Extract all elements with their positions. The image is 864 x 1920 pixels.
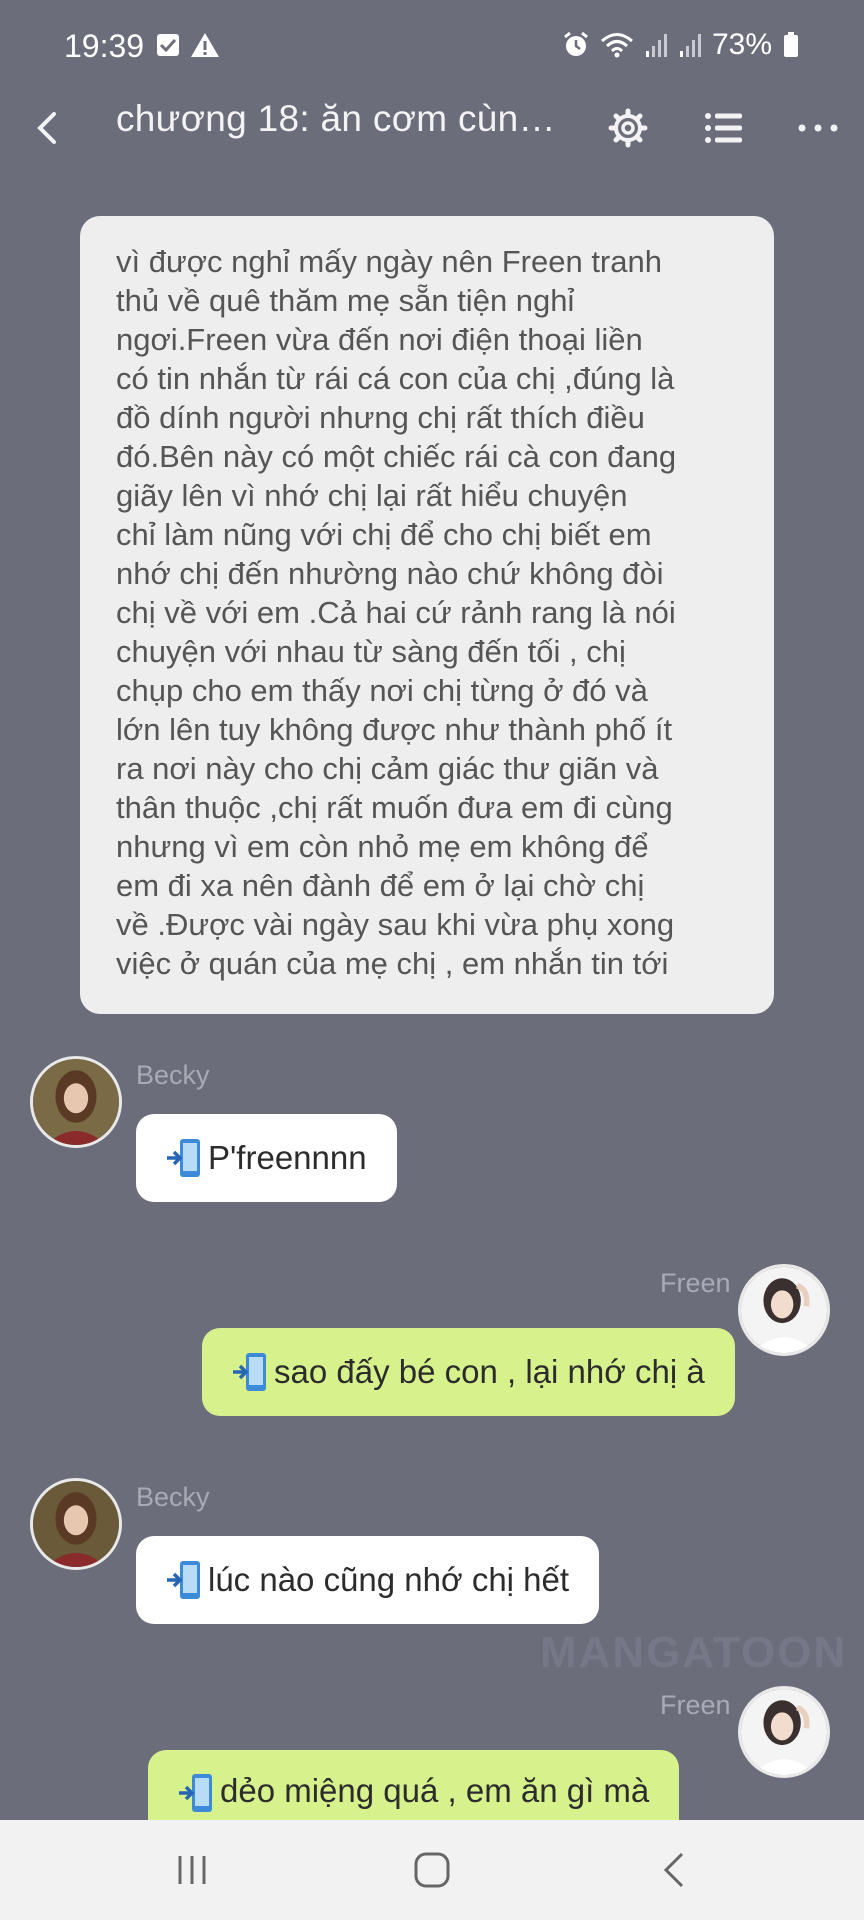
more-button[interactable] bbox=[790, 100, 846, 156]
chapter-list-button[interactable] bbox=[696, 100, 752, 156]
status-bar: 19:39 73% bbox=[0, 0, 864, 88]
recent-apps-icon bbox=[178, 1856, 206, 1884]
back-icon bbox=[37, 112, 56, 144]
recent-apps-button[interactable] bbox=[170, 1848, 214, 1892]
watermark: MANGATOON bbox=[540, 1628, 848, 1677]
narration-line: việc ở quán của mẹ chị , em nhắn tin tới bbox=[116, 946, 669, 981]
phone-message-icon bbox=[179, 1774, 212, 1812]
sender-name: Becky bbox=[136, 1482, 210, 1512]
back-button[interactable] bbox=[20, 100, 76, 156]
phone-message-icon bbox=[167, 1139, 200, 1177]
freen-avatar[interactable] bbox=[738, 1686, 830, 1778]
sender-name: Becky bbox=[136, 1060, 210, 1090]
narration-line: ngơi.Freen vừa đến nơi điện thoại liền bbox=[116, 322, 643, 357]
app-bar: chương 18: ăn cơm cùng ... bbox=[0, 88, 864, 168]
message-text: lúc nào cũng nhớ chị hết bbox=[208, 1561, 570, 1598]
settings-icon bbox=[608, 108, 648, 148]
status-icons-left bbox=[156, 32, 220, 58]
narration-line: chụp cho em thấy nơi chị từng ở đó và bbox=[116, 673, 648, 708]
sender-name: Freen bbox=[660, 1690, 731, 1720]
narration-bubble: vì được nghỉ mấy ngày nên Freen tranh th… bbox=[80, 216, 774, 1014]
chapter-title: chương 18: ăn cơm cùng ... bbox=[116, 98, 576, 139]
chapter-list-icon bbox=[705, 113, 742, 143]
narration-line: chỉ làm nũng với chị để cho chị biết em bbox=[116, 517, 652, 552]
narration-line: chị về với em .Cả hai cứ rảnh rang là nó… bbox=[116, 595, 676, 630]
more-icon bbox=[798, 124, 838, 132]
wifi-icon bbox=[600, 33, 633, 58]
narration-line: thủ về quê thăm mẹ sẵn tiện nghỉ bbox=[116, 283, 575, 318]
becky-avatar[interactable] bbox=[30, 1056, 122, 1148]
alarm-icon bbox=[564, 31, 588, 56]
message-text: P'freennnn bbox=[208, 1139, 367, 1176]
home-button[interactable] bbox=[410, 1848, 454, 1892]
phone-message-icon bbox=[233, 1353, 266, 1391]
narration-line: ra nơi này cho chị cảm giác thư giãn và bbox=[116, 751, 659, 786]
message-bubble[interactable]: sao đấy bé con , lại nhớ chị à bbox=[202, 1328, 735, 1416]
narration-line: vì được nghỉ mấy ngày nên Freen tranh bbox=[116, 244, 662, 279]
message-bubble[interactable]: P'freennnn bbox=[136, 1114, 397, 1202]
narration-line: thân thuộc ,chị rất muốn đưa em đi cùng bbox=[116, 790, 673, 825]
message-bubble[interactable]: dẻo miệng quá , em ăn gì mà bbox=[148, 1750, 680, 1820]
message-text: sao đấy bé con , lại nhớ chị à bbox=[274, 1353, 705, 1390]
narration-line: có tin nhắn từ rái cá con của chị ,đúng … bbox=[116, 361, 675, 396]
narration-line: em đi xa nên đành để em ở lại chờ chị bbox=[116, 868, 645, 903]
narration-line: đồ dính người nhưng chị rất thích điều bbox=[116, 400, 645, 435]
narration-line: về .Được vài ngày sau khi vừa phụ xong bbox=[116, 907, 675, 942]
battery-icon bbox=[784, 32, 798, 57]
nav-back-button[interactable] bbox=[654, 1848, 698, 1892]
signal-icon bbox=[679, 34, 701, 57]
sender-name: Freen bbox=[660, 1268, 731, 1298]
settings-button[interactable] bbox=[600, 100, 656, 156]
warning-icon bbox=[191, 33, 219, 57]
narration-line: nhớ chị đến nhường nào chứ không đòi bbox=[116, 556, 664, 591]
narration-line: chuyện với nhau từ sàng đến tối , chị bbox=[116, 634, 626, 669]
message-bubble[interactable]: lúc nào cũng nhớ chị hết bbox=[136, 1536, 600, 1624]
signal-icon bbox=[645, 34, 667, 57]
freen-avatar[interactable] bbox=[738, 1264, 830, 1356]
status-icons-right: 73% bbox=[562, 28, 800, 62]
battery-percentage: 73% bbox=[711, 28, 772, 61]
phone-message-icon bbox=[167, 1561, 200, 1599]
status-time: 19:39 bbox=[64, 28, 145, 64]
nav-back-icon bbox=[663, 1852, 684, 1888]
system-nav-bar bbox=[0, 1820, 864, 1920]
home-icon bbox=[414, 1852, 450, 1888]
narration-line: giãy lên vì nhớ chị lại rất hiểu chuyện bbox=[116, 478, 628, 513]
message-text: dẻo miệng quá , em ăn gì mà bbox=[220, 1772, 650, 1809]
checkbox-icon bbox=[157, 34, 179, 56]
becky-avatar[interactable] bbox=[30, 1478, 122, 1570]
narration-line: lớn lên tuy không được như thành phố ít bbox=[116, 712, 673, 747]
narration-line: nhưng vì em còn nhỏ mẹ em không để bbox=[116, 829, 649, 864]
narration-line: đó.Bên này có một chiếc rái cà con đang bbox=[116, 439, 677, 474]
